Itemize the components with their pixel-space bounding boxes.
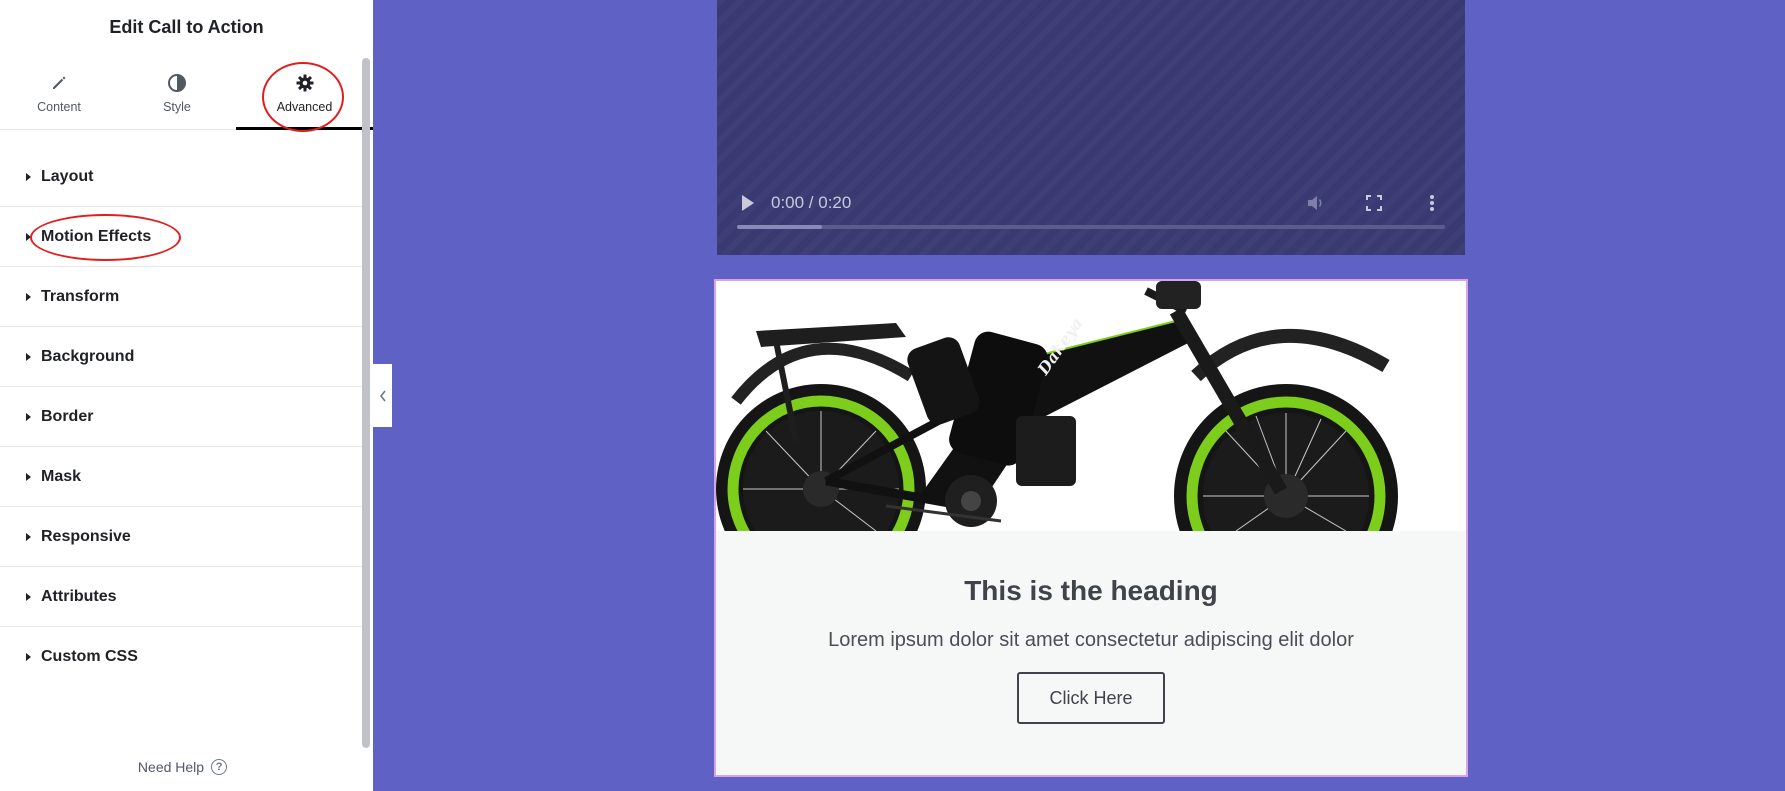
- chevron-left-icon: [379, 390, 386, 401]
- section-mask[interactable]: Mask: [0, 447, 365, 507]
- more-options-icon[interactable]: [1421, 192, 1443, 214]
- section-transform[interactable]: Transform: [0, 267, 365, 327]
- video-progress-bar[interactable]: [737, 225, 1445, 229]
- tab-style-label: Style: [163, 100, 191, 114]
- caret-right-icon: [26, 532, 31, 541]
- tab-content-label: Content: [37, 100, 81, 114]
- caret-right-icon: [26, 472, 31, 481]
- tab-advanced-label: Advanced: [276, 100, 333, 114]
- help-circle-icon: ?: [211, 759, 228, 775]
- panel-tabs: Content Style Advanced: [0, 58, 373, 130]
- video-progress-fill: [737, 225, 822, 229]
- gear-icon: [294, 72, 316, 94]
- panel-scrollbar-thumb[interactable]: [362, 58, 370, 748]
- section-label: Attributes: [41, 587, 117, 605]
- need-help-link[interactable]: Need Help ?: [0, 759, 365, 775]
- caret-right-icon: [26, 412, 31, 421]
- section-custom-css[interactable]: Custom CSS: [0, 627, 365, 687]
- cta-button[interactable]: Click Here: [1017, 672, 1165, 724]
- caret-right-icon: [26, 292, 31, 301]
- call-to-action-widget[interactable]: Dakeya This is the heading Lorem ipsum d…: [714, 279, 1468, 777]
- cta-content: This is the heading Lorem ipsum dolor si…: [716, 531, 1466, 775]
- cta-heading: This is the heading: [964, 575, 1218, 606]
- panel-title: Edit Call to Action: [109, 16, 264, 37]
- section-label: Border: [41, 407, 94, 425]
- video-time: 0:00 / 0:20: [771, 193, 852, 212]
- contrast-icon: [166, 72, 188, 94]
- volume-icon[interactable]: [1305, 192, 1327, 214]
- need-help-label: Need Help: [137, 759, 205, 775]
- fullscreen-icon[interactable]: [1363, 192, 1385, 214]
- tab-content[interactable]: Content: [0, 58, 118, 129]
- section-label: Motion Effects: [41, 227, 152, 245]
- section-label: Background: [41, 347, 135, 365]
- caret-right-icon: [26, 653, 31, 661]
- video-controls: 0:00 / 0:20: [717, 187, 1465, 219]
- section-label: Transform: [41, 287, 120, 305]
- section-label: Mask: [41, 467, 82, 485]
- tab-advanced[interactable]: Advanced: [236, 58, 373, 130]
- pencil-icon: [48, 72, 70, 94]
- panel-collapse-button[interactable]: [373, 364, 392, 427]
- section-background[interactable]: Background: [0, 327, 365, 387]
- tab-style[interactable]: Style: [118, 58, 236, 129]
- play-icon[interactable]: [742, 195, 754, 211]
- editor-panel: Edit Call to Action Content Style Advanc…: [0, 0, 373, 791]
- section-border[interactable]: Border: [0, 387, 365, 447]
- caret-right-icon: [26, 352, 31, 361]
- cta-description: Lorem ipsum dolor sit amet consectetur a…: [828, 629, 1354, 651]
- caret-right-icon: [26, 232, 31, 241]
- section-attributes[interactable]: Attributes: [0, 567, 365, 627]
- section-label: Responsive: [41, 527, 131, 545]
- caret-right-icon: [26, 592, 31, 601]
- panel-scrollbar[interactable]: [362, 58, 370, 748]
- section-responsive[interactable]: Responsive: [0, 507, 365, 567]
- video-player[interactable]: 0:00 / 0:20: [717, 0, 1465, 255]
- caret-right-icon: [26, 172, 31, 181]
- section-list: Layout Motion Effects Transform Backgrou…: [0, 147, 365, 687]
- bike-image: Dakeya: [716, 281, 1466, 531]
- section-label: Custom CSS: [41, 648, 138, 665]
- section-motion-effects[interactable]: Motion Effects: [0, 207, 365, 267]
- section-label: Layout: [41, 167, 94, 185]
- section-layout[interactable]: Layout: [0, 147, 365, 207]
